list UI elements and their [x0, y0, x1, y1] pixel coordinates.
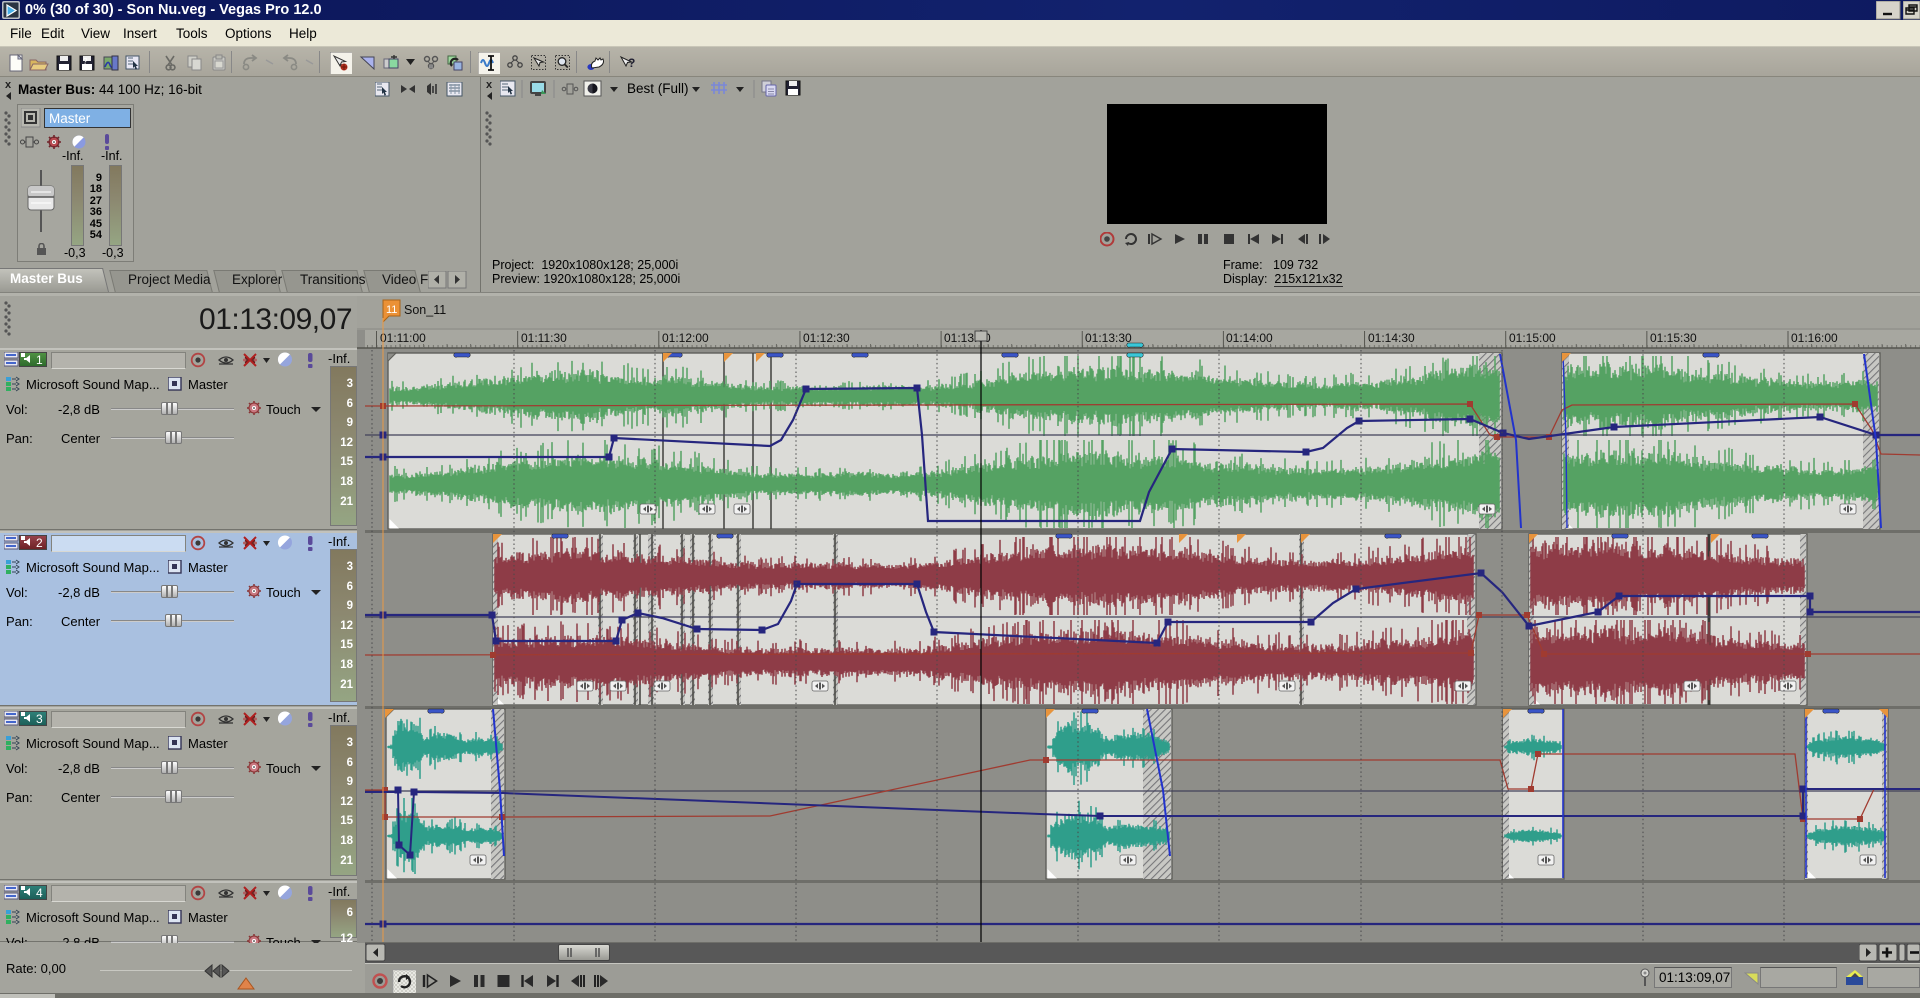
svg-text:01:11:30: 01:11:30	[521, 331, 567, 345]
svg-text:01:14:00: 01:14:00	[1226, 331, 1273, 345]
svg-text:01:14:30: 01:14:30	[1368, 331, 1415, 345]
svg-text:Son_11: Son_11	[404, 303, 446, 317]
svg-text:01:12:30: 01:12:30	[803, 331, 850, 345]
svg-text:01:16:00: 01:16:00	[1791, 331, 1838, 345]
svg-text:01:15:30: 01:15:30	[1650, 331, 1697, 345]
svg-text:01:11:00: 01:11:00	[380, 331, 426, 345]
svg-text:01:13:30: 01:13:30	[1085, 331, 1132, 345]
svg-text:01:12:00: 01:12:00	[662, 331, 709, 345]
svg-text:11: 11	[386, 304, 397, 316]
svg-text:01:15:00: 01:15:00	[1509, 331, 1556, 345]
